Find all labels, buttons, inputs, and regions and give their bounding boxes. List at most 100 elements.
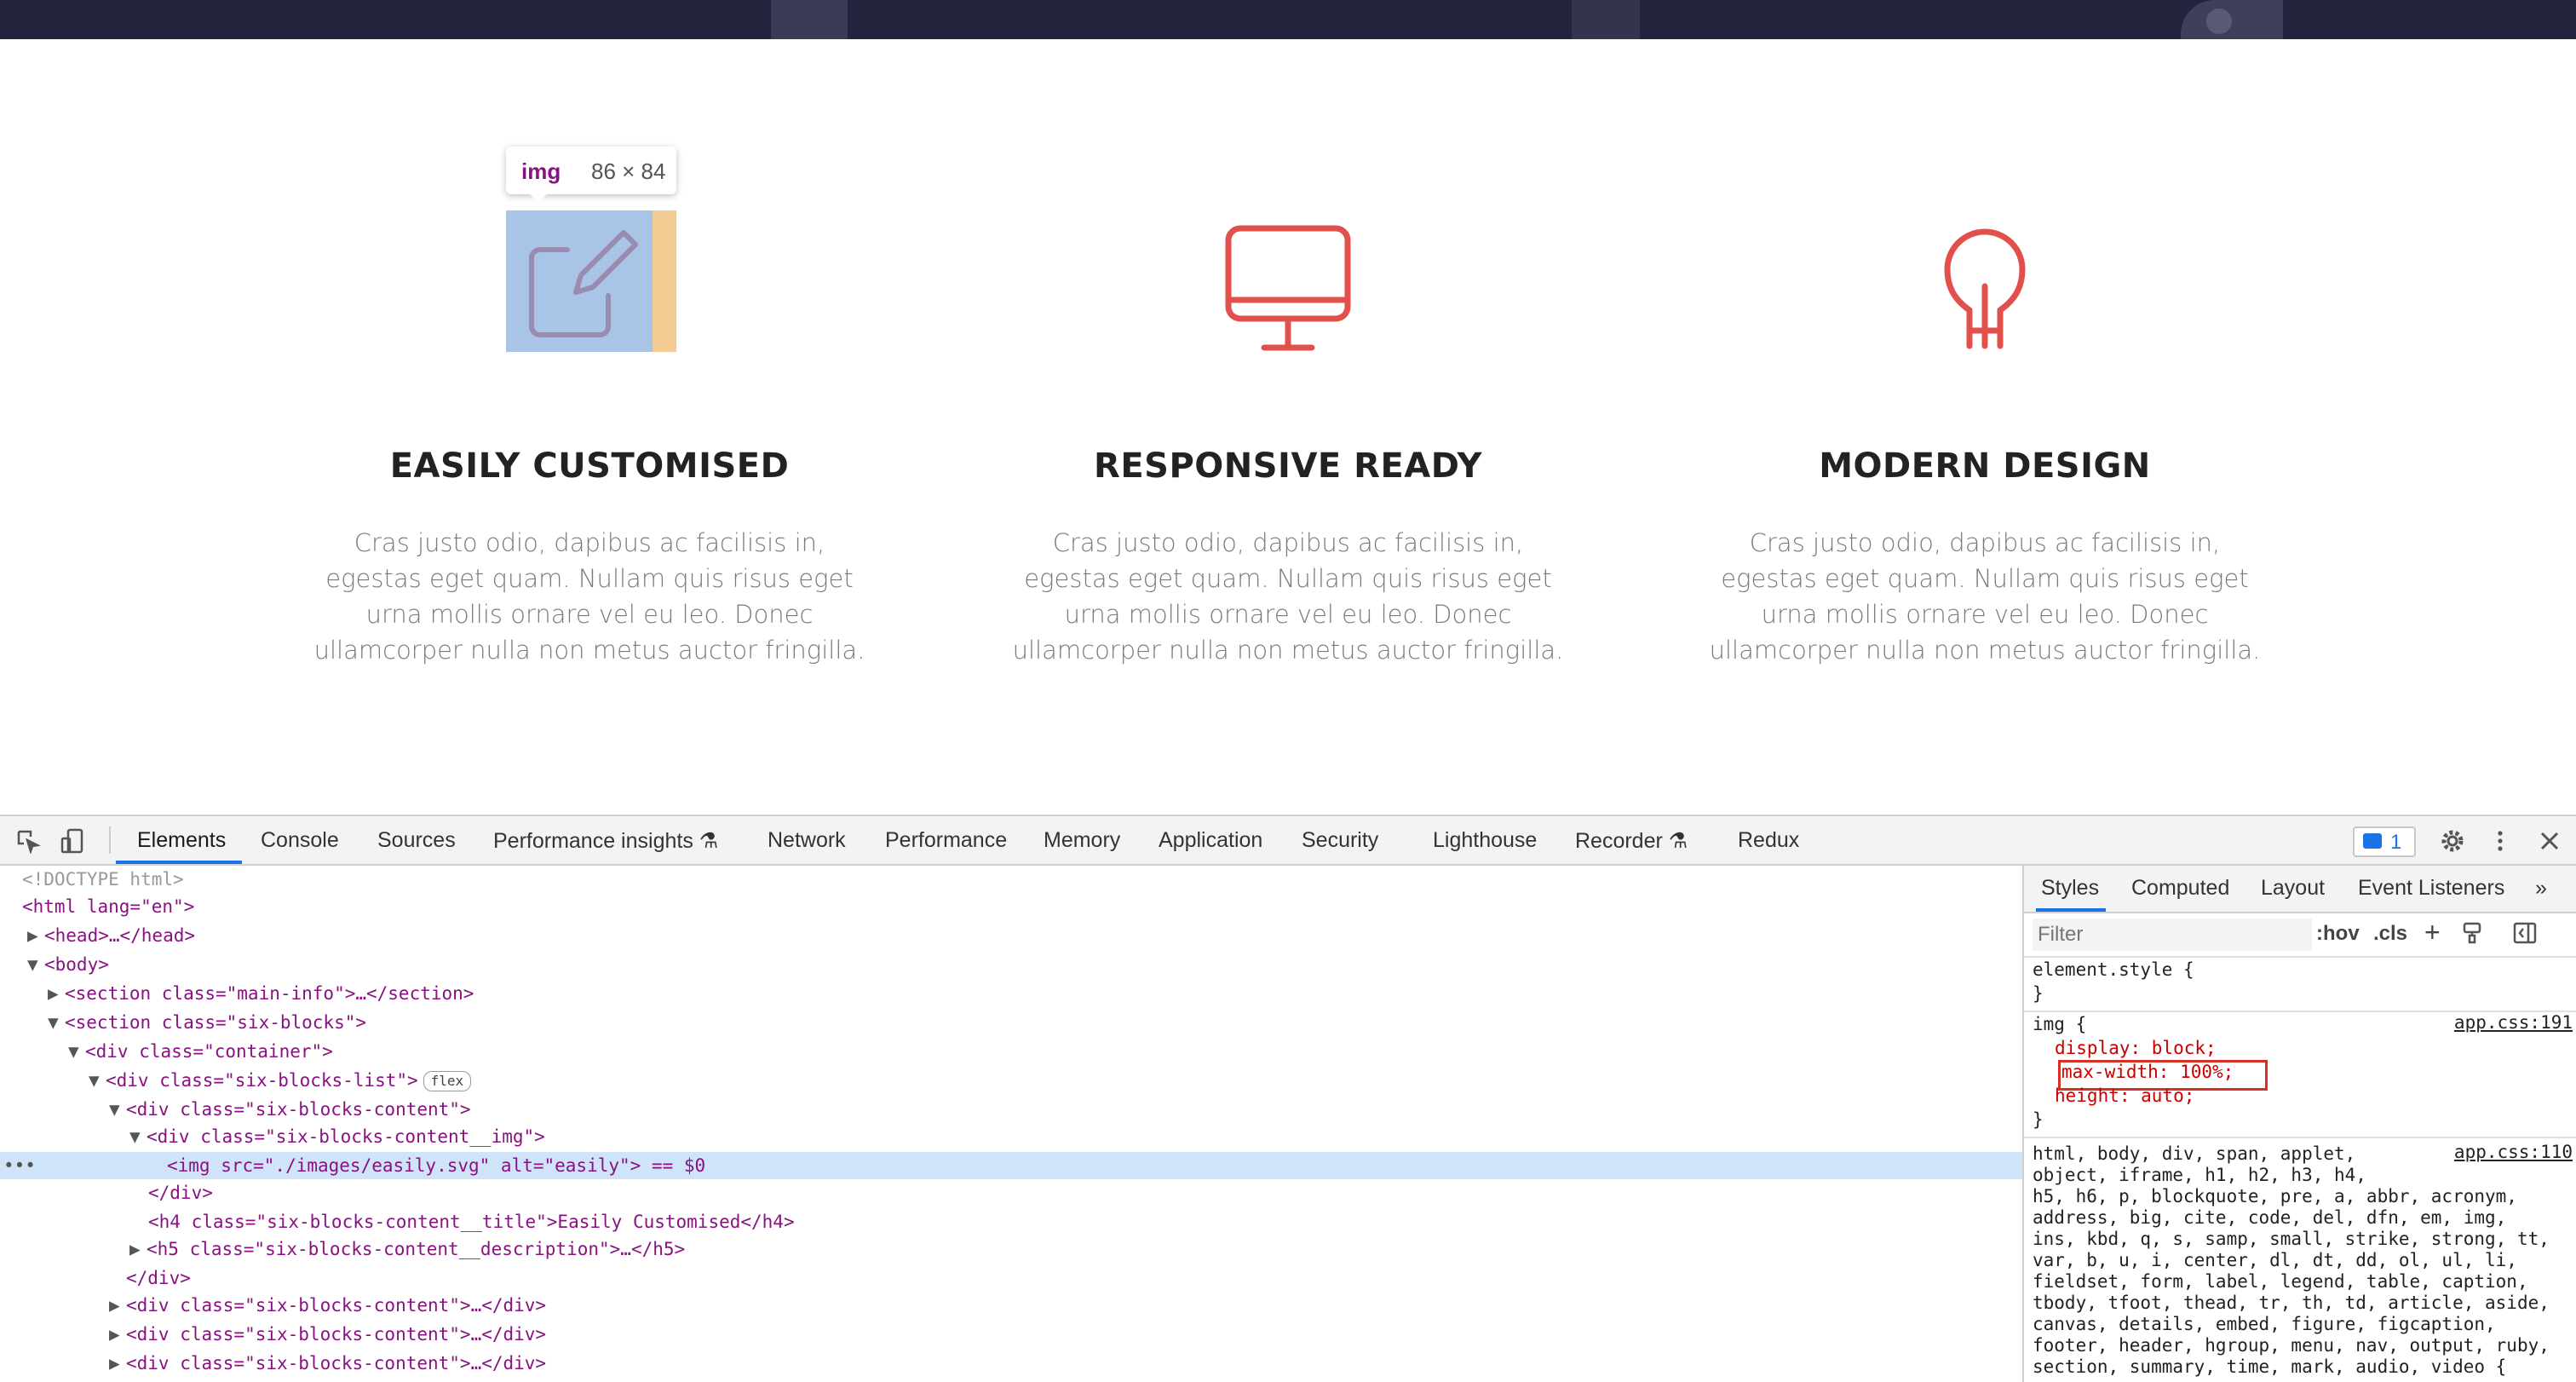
toolbar-separator [109, 826, 111, 854]
collapse-triangle-icon[interactable]: ▼ [27, 951, 44, 978]
collapse-triangle-icon[interactable]: ▼ [109, 1096, 126, 1123]
device-toggle-icon[interactable] [60, 828, 85, 854]
tab-event-listeners[interactable]: Event Listeners [2358, 876, 2504, 901]
styles-filter-input[interactable] [2033, 918, 2312, 951]
reset-selector-line: html, body, div, span, applet, [2033, 1143, 2356, 1164]
issues-count: 1 [2390, 831, 2402, 854]
tab-layout[interactable]: Layout [2261, 876, 2325, 901]
six-blocks-section: EASILY CUSTOMISED Cras justo odio, dapib… [0, 39, 2576, 815]
expand-triangle-icon[interactable]: ▶ [27, 922, 44, 949]
monitor-icon [1203, 210, 1373, 358]
tab-application[interactable]: Application [1159, 828, 1262, 853]
hov-toggle[interactable]: :hov [2316, 922, 2360, 946]
hero-decoration [771, 0, 848, 39]
dom-node-container[interactable]: ▼ <div class="container"> [0, 1038, 2022, 1065]
tab-lighthouse[interactable]: Lighthouse [1433, 828, 1537, 853]
tab-recorder[interactable]: Recorder ⚗ [1575, 828, 1688, 854]
element-style-rule[interactable]: element.style { [2033, 958, 2194, 982]
hero-decoration [2181, 0, 2283, 39]
tab-network[interactable]: Network [768, 828, 846, 853]
reset-selector-line: footer, header, hgroup, menu, nav, outpu… [2033, 1335, 2550, 1356]
devtools-panel: Elements Console Sources Performance ins… [0, 815, 2576, 1382]
dom-node-six-blocks-content[interactable]: ▼ <div class="six-blocks-content"> [0, 1096, 2022, 1123]
reset-selector-line: canvas, details, embed, figure, figcapti… [2033, 1314, 2496, 1334]
flask-icon: ⚗ [1668, 829, 1688, 853]
dom-node-close-div[interactable]: </div> [0, 1179, 2022, 1206]
flex-badge[interactable]: flex [423, 1071, 472, 1091]
img-rule-source-link[interactable]: app.css:191 [2454, 1012, 2573, 1033]
block-description: Cras justo odio, dapibus ac facilisis in… [1709, 528, 2261, 665]
node-actions-icon[interactable]: ••• [3, 1152, 36, 1179]
dom-node-close-div[interactable]: </div> [0, 1264, 2022, 1292]
dom-node-h4-title[interactable]: <h4 class="six-blocks-content__title">Ea… [0, 1208, 2022, 1235]
more-options-icon[interactable] [2487, 828, 2513, 854]
dom-node-section-main-info[interactable]: ▶ <section class="main-info">…</section> [0, 980, 2022, 1007]
tooltip-dimensions: 86 × 84 [591, 158, 666, 184]
toggle-sidebar-icon[interactable] [2513, 922, 2537, 944]
dom-node-html[interactable]: <html lang="en"> [0, 893, 2022, 920]
tab-performance-insights[interactable]: Performance insights ⚗ [493, 828, 718, 854]
new-rule-icon[interactable]: + [2424, 917, 2441, 948]
dom-node-body[interactable]: ▼ <body> [0, 951, 2022, 978]
decl-height[interactable]: height: auto; [2055, 1084, 2194, 1108]
decl-max-width[interactable]: max-width: 100%; [2061, 1060, 2234, 1084]
expand-triangle-icon[interactable]: ▶ [109, 1292, 126, 1319]
tab-elements[interactable]: Elements [137, 828, 226, 853]
collapse-triangle-icon[interactable]: ▼ [89, 1067, 106, 1094]
collapse-triangle-icon[interactable]: ▼ [129, 1123, 147, 1150]
expand-triangle-icon[interactable]: ▶ [129, 1235, 147, 1263]
tab-sources[interactable]: Sources [377, 828, 456, 853]
block-title: MODERN DESIGN [1819, 446, 2151, 486]
tab-styles[interactable]: Styles [2041, 876, 2099, 901]
collapse-triangle-icon[interactable]: ▼ [68, 1038, 85, 1065]
reset-rule-source-link[interactable]: app.css:110 [2454, 1142, 2573, 1162]
dom-node-six-blocks-list[interactable]: ▼ <div class="six-blocks-list"> flex [0, 1067, 2022, 1094]
expand-triangle-icon[interactable]: ▶ [48, 980, 65, 1007]
tab-computed[interactable]: Computed [2131, 876, 2229, 901]
dom-node-six-blocks-content[interactable]: ▶ <div class="six-blocks-content">…</div> [0, 1292, 2022, 1319]
tooltip-arrow [526, 191, 550, 203]
elements-dom-tree: <!DOCTYPE html> <html lang="en"> ▶ <head>… [0, 866, 2022, 1382]
tab-memory[interactable]: Memory [1044, 828, 1120, 853]
tooltip-tag: img [521, 158, 561, 184]
tab-security[interactable]: Security [1302, 828, 1378, 853]
dom-node-doctype[interactable]: <!DOCTYPE html> [0, 866, 2022, 893]
dom-node-six-blocks-content[interactable]: ▶ <div class="six-blocks-content">…</div> [0, 1350, 2022, 1377]
tab-performance[interactable]: Performance [885, 828, 1007, 853]
more-tabs-icon[interactable]: » [2535, 876, 2547, 901]
decl-display[interactable]: display: block; [2055, 1036, 2217, 1060]
reset-selector-line: fieldset, form, label, legend, table, ca… [2033, 1271, 2528, 1292]
block-title: EASILY CUSTOMISED [389, 446, 790, 486]
expand-triangle-icon[interactable]: ▶ [109, 1321, 126, 1348]
reset-selector-line: h5, h6, p, blockquote, pre, a, abbr, acr… [2033, 1186, 2517, 1206]
inspect-padding-overlay [653, 210, 676, 352]
rule-separator [2024, 1137, 2576, 1138]
collapse-triangle-icon[interactable]: ▼ [48, 1009, 65, 1036]
dom-node-section-six-blocks[interactable]: ▼ <section class="six-blocks"> [0, 1009, 2022, 1036]
expand-triangle-icon[interactable]: ▶ [109, 1350, 126, 1377]
img-rule-selector[interactable]: img { [2033, 1012, 2086, 1036]
paint-icon[interactable] [2462, 922, 2482, 944]
lightbulb-icon [1900, 210, 2070, 358]
styles-filter-row: :hov .cls + [2024, 913, 2576, 958]
dom-node-six-blocks-content-img[interactable]: ▼ <div class="six-blocks-content__img"> [0, 1123, 2022, 1150]
reset-selector-line: section, summary, time, mark, audio, vid… [2033, 1356, 2507, 1377]
tab-label: Performance insights [493, 829, 693, 853]
dom-node-img-selected[interactable]: ••• <img src="./images/easily.svg" alt="e… [0, 1152, 2022, 1179]
active-side-tab-indicator [2036, 908, 2106, 912]
block-description: Cras justo odio, dapibus ac facilisis in… [1012, 528, 1564, 665]
reset-selector-line: object, iframe, h1, h2, h3, h4, [2033, 1165, 2366, 1185]
tab-console[interactable]: Console [261, 828, 339, 853]
tab-redux[interactable]: Redux [1738, 828, 1799, 853]
hero-decoration [1572, 0, 1640, 39]
inspect-element-icon[interactable] [15, 828, 41, 855]
issues-badge[interactable]: 1 [2353, 826, 2416, 857]
cls-toggle[interactable]: .cls [2373, 922, 2407, 946]
dom-node-head[interactable]: ▶ <head>…</head> [0, 922, 2022, 949]
hero-decoration [2206, 9, 2232, 34]
dom-node-six-blocks-content[interactable]: ▶ <div class="six-blocks-content">…</div> [0, 1321, 2022, 1348]
dom-node-h5-description[interactable]: ▶ <h5 class="six-blocks-content__descript… [0, 1235, 2022, 1263]
close-icon[interactable] [2537, 828, 2562, 854]
gear-icon[interactable] [2440, 828, 2465, 854]
tab-label: Recorder [1575, 829, 1663, 853]
